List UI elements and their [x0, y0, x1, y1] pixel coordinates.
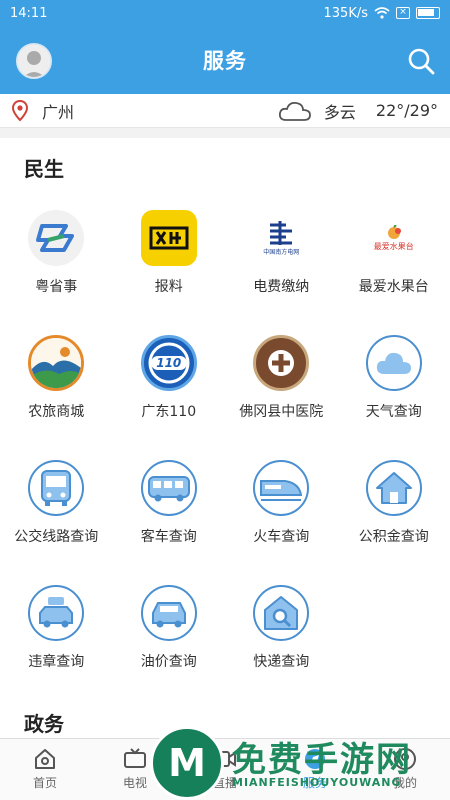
service-item[interactable]: 天气查询 [338, 325, 450, 450]
city-name: 广州 [42, 102, 75, 122]
fruit-logo-icon: 最爱水果台 [366, 210, 422, 266]
service-label: 天气查询 [365, 404, 422, 420]
service-label: 油价查询 [140, 654, 197, 670]
service-item[interactable]: 佛冈县中医院 [225, 325, 338, 450]
hospital-logo-icon [253, 335, 310, 391]
service-item[interactable]: 报料 [113, 200, 226, 325]
location-pin-icon [12, 99, 28, 121]
network-speed: 135K/s [323, 5, 369, 21]
service-item[interactable]: 最爱水果台 最爱水果台 [338, 200, 450, 325]
police-110-logo-icon: 110 [140, 335, 197, 391]
top-bar: 服务 [0, 26, 450, 94]
china-southern-grid-logo-icon: 中国南方电网 [253, 210, 309, 266]
service-label: 违章查询 [28, 654, 85, 670]
service-item[interactable]: 公积金查询 [338, 450, 450, 575]
profile-icon [394, 748, 416, 770]
grid-logo-text: 中国南方电网 [263, 248, 300, 256]
page-title: 服务 [203, 49, 247, 73]
baoliao-logo-icon [140, 210, 197, 266]
service-label: 电费缴纳 [253, 279, 310, 295]
service-content: 民生 粤省事 报料 中国南方电网 电费缴纳 最爱水果台 最爱水果台 农旅商城 1… [0, 138, 450, 738]
service-item[interactable]: 农旅商城 [0, 325, 113, 450]
weather-bar[interactable]: 广州 多云 22°/29° [0, 94, 450, 128]
tab-label: 服务 [302, 776, 327, 790]
police-110-text: 110 [156, 356, 182, 370]
train-icon [253, 460, 310, 516]
tab-live[interactable]: 直播 [180, 739, 270, 800]
farm-mall-logo-icon [28, 335, 85, 391]
service-item[interactable]: 违章查询 [0, 575, 113, 700]
tab-label: 电视 [122, 776, 147, 790]
tab-label: 我的 [392, 776, 417, 790]
battery-icon [416, 7, 440, 19]
tab-service[interactable]: 服务 [270, 739, 360, 800]
tab-label: 直播 [212, 776, 237, 790]
tv-icon [124, 748, 146, 768]
tab-tv[interactable]: 电视 [90, 739, 180, 800]
wifi-icon [374, 7, 390, 19]
service-label: 快递查询 [253, 654, 310, 670]
service-grid: 粤省事 报料 中国南方电网 电费缴纳 最爱水果台 最爱水果台 农旅商城 110 … [0, 200, 450, 700]
user-avatar-icon [18, 45, 50, 77]
coach-icon [140, 460, 197, 516]
section-title-minsheng: 民生 [24, 157, 64, 181]
sim-icon: × [396, 7, 410, 19]
house-icon [365, 460, 422, 516]
status-time: 14:11 [10, 5, 48, 21]
yueshengshi-logo-icon [28, 210, 85, 266]
section-title-zhengwu: 政务 [24, 712, 64, 736]
cloud-weather-icon [278, 101, 311, 121]
service-item[interactable]: 中国南方电网 电费缴纳 [225, 200, 338, 325]
live-icon [214, 751, 236, 767]
service-label: 报料 [154, 279, 183, 295]
bus-icon [28, 460, 85, 516]
tab-label: 首页 [32, 776, 57, 790]
service-icon [305, 749, 325, 769]
service-label: 粤省事 [35, 279, 78, 295]
service-label: 最爱水果台 [358, 279, 429, 295]
fruit-logo-text: 最爱水果台 [373, 241, 414, 251]
parcel-search-icon [253, 585, 310, 641]
service-item[interactable]: 110 广东110 [113, 325, 226, 450]
service-label: 公积金查询 [358, 529, 429, 545]
service-item[interactable]: 油价查询 [113, 575, 226, 700]
weather-condition: 多云 [323, 102, 356, 122]
service-item[interactable]: 火车查询 [225, 450, 338, 575]
avatar[interactable] [16, 43, 52, 79]
service-item[interactable]: 公交线路查询 [0, 450, 113, 575]
weather-temperature: 22°/29° [375, 101, 438, 120]
service-label: 公交线路查询 [14, 529, 99, 545]
tab-home[interactable]: 首页 [0, 739, 90, 800]
car-icon [140, 585, 197, 641]
service-item[interactable]: 客车查询 [113, 450, 226, 575]
service-label: 佛冈县中医院 [239, 404, 324, 420]
tab-profile[interactable]: 我的 [360, 739, 450, 800]
service-label: 客车查询 [140, 529, 197, 545]
service-item[interactable]: 快递查询 [225, 575, 338, 700]
car-violation-icon [28, 585, 85, 641]
search-icon[interactable] [406, 46, 436, 76]
service-item[interactable]: 粤省事 [0, 200, 113, 325]
bottom-tab-bar: 首页 电视 直播 服务 我的 [0, 738, 450, 800]
service-label: 广东110 [141, 404, 197, 420]
home-icon [35, 749, 55, 769]
service-label: 火车查询 [253, 529, 310, 545]
service-label: 农旅商城 [28, 404, 85, 420]
cloud-icon [365, 335, 422, 391]
status-bar: 14:11 135K/s × [0, 0, 450, 26]
